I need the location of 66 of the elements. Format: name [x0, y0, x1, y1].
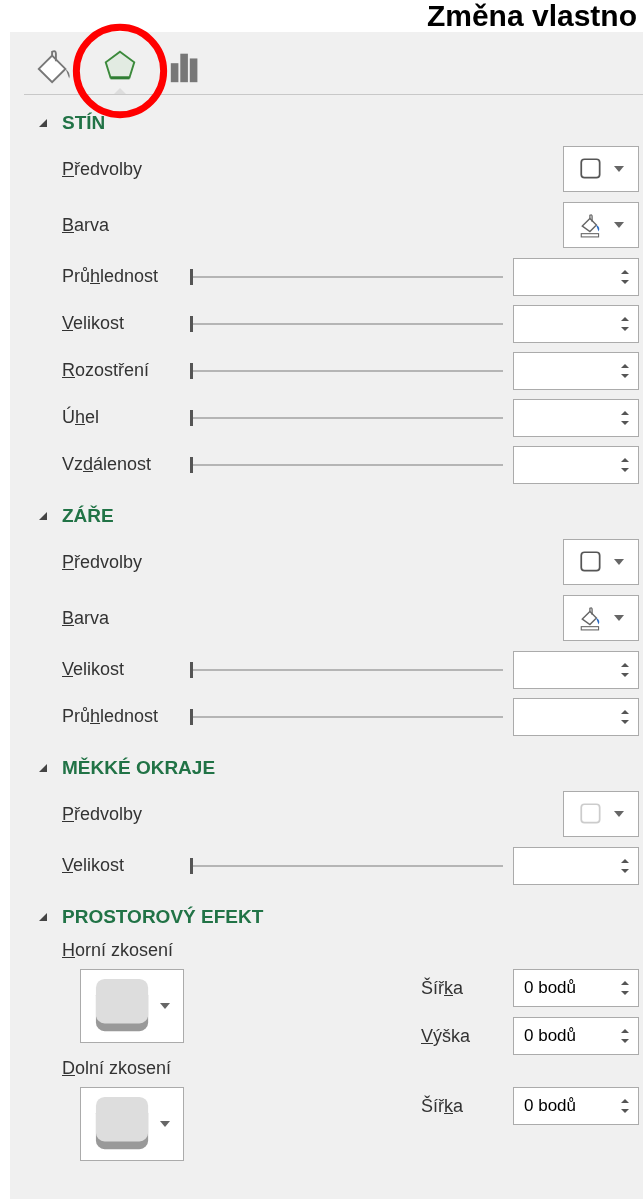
spin-field[interactable]	[513, 846, 639, 885]
field-label: Šířka	[421, 1095, 465, 1117]
value-input[interactable]: 0 bodů	[514, 1025, 620, 1047]
square-icon	[578, 156, 604, 182]
expand-triangle-icon[interactable]	[38, 511, 48, 521]
slider-thumb[interactable]	[190, 362, 193, 379]
field-label: Šířka	[421, 977, 465, 999]
caret-icon	[614, 222, 624, 228]
field-label: Velikost	[62, 313, 126, 334]
field-label: Vzdálenost	[62, 454, 153, 475]
expand-triangle-icon[interactable]	[38, 763, 48, 773]
slider-thumb[interactable]	[190, 857, 193, 874]
field-label: Předvolby	[62, 803, 143, 825]
section-heading[interactable]: PROSTOROVÝ EFEKT	[62, 906, 264, 928]
field-label: Velikost	[62, 855, 126, 876]
expand-triangle-icon[interactable]	[38, 118, 48, 128]
field-label: Předvolby	[62, 158, 143, 180]
color-dropdown[interactable]	[563, 595, 639, 641]
spin-field[interactable]	[513, 445, 639, 484]
field-label: Horní zkosení	[62, 939, 175, 962]
preset-dropdown[interactable]	[563, 539, 639, 585]
slider-thumb[interactable]	[190, 661, 193, 678]
bevel-dropdown[interactable]	[80, 969, 184, 1043]
field-label: Barva	[62, 214, 110, 236]
color-dropdown[interactable]	[563, 202, 639, 248]
bevel-dropdown[interactable]	[80, 1087, 184, 1161]
dialog-title: Změna vlastno	[425, 0, 638, 32]
spin-field[interactable]	[513, 697, 639, 736]
field-label: Dolní zkosení	[62, 1057, 173, 1080]
spin-field[interactable]: 0 bodů	[513, 1087, 639, 1125]
section-heading[interactable]: STÍN	[62, 112, 106, 134]
paint-bucket-icon	[35, 48, 73, 86]
square-icon	[578, 549, 604, 575]
field-label: Úhel	[62, 407, 101, 428]
spin-field[interactable]	[513, 351, 639, 390]
caret-icon	[614, 615, 624, 621]
square-icon	[578, 801, 604, 827]
field-label: Předvolby	[62, 551, 143, 573]
slider-thumb[interactable]	[190, 456, 193, 473]
section-heading[interactable]: ZÁŘE	[62, 505, 114, 527]
preset-dropdown[interactable]	[563, 146, 639, 192]
value-input[interactable]: 0 bodů	[514, 1095, 620, 1117]
field-label: Průhlednost	[62, 266, 160, 287]
slider-thumb[interactable]	[190, 409, 193, 426]
slider-thumb[interactable]	[190, 708, 193, 725]
field-label: Výška	[421, 1025, 472, 1047]
expand-triangle-icon[interactable]	[38, 912, 48, 922]
field-label: Velikost	[62, 659, 126, 680]
spin-field[interactable]	[513, 398, 639, 437]
field-label: Rozostření	[62, 360, 151, 381]
field-label: Barva	[62, 607, 110, 629]
caret-icon	[614, 166, 624, 172]
caret-icon	[160, 1003, 170, 1009]
field-label: Průhlednost	[62, 706, 160, 727]
spin-field[interactable]	[513, 650, 639, 689]
value-input[interactable]: 0 bodů	[514, 977, 620, 999]
spin-field[interactable]	[513, 257, 639, 296]
section-heading[interactable]: MĚKKÉ OKRAJE	[62, 757, 216, 779]
caret-icon	[614, 811, 624, 817]
spin-field[interactable]: 0 bodů	[513, 969, 639, 1007]
spin-field[interactable]: 0 bodů	[513, 1017, 639, 1055]
slider-thumb[interactable]	[190, 268, 193, 285]
caret-icon	[160, 1121, 170, 1127]
slider-thumb[interactable]	[190, 315, 193, 332]
caret-icon	[614, 559, 624, 565]
spin-field[interactable]	[513, 304, 639, 343]
